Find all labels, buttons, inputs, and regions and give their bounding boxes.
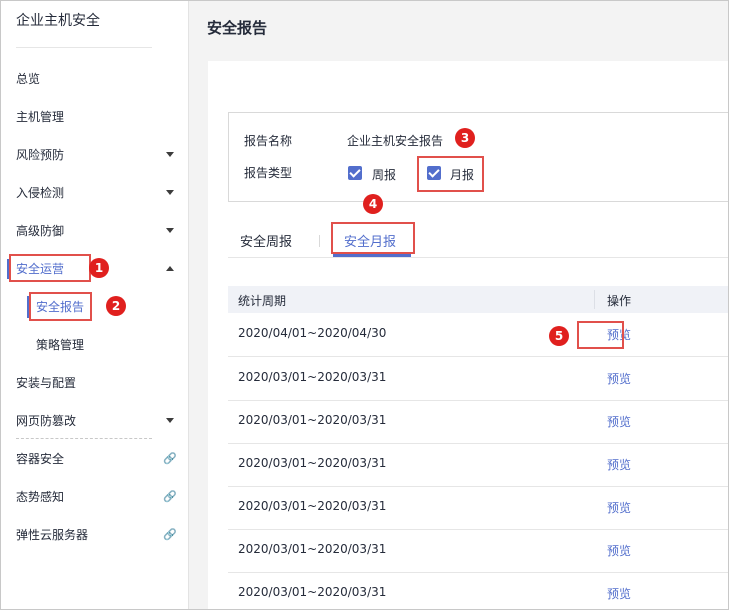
tab-separator [319,235,320,247]
sidebar-item-risk-prevention[interactable]: 风险预防 [1,142,188,168]
preview-link[interactable]: 预览 [607,585,631,602]
sidebar-item-install-config[interactable]: 安装与配置 [1,370,188,396]
chevron-down-icon [166,152,174,157]
report-name-label: 报告名称 [244,134,293,148]
table-row: 2020/03/01~2020/03/31 预览 [228,357,728,401]
callout-badge-3: 3 [455,128,475,148]
sidebar-item-overview[interactable]: 总览 [1,66,188,92]
callout-box-preview-link [577,321,624,349]
sidebar-item-web-tamper-protection[interactable]: 网页防篡改 [1,408,188,434]
table-row: 2020/03/01~2020/03/31 预览 [228,443,728,487]
period-cell: 2020/04/01~2020/04/30 [238,326,387,340]
preview-link[interactable]: 预览 [607,370,631,387]
preview-link[interactable]: 预览 [607,456,631,473]
sidebar-item-label: 弹性云服务器 [16,528,89,542]
main-content: 安全报告 报告名称 企业主机安全报告 报告类型 周报 月报 安全周报 安全月报 … [189,1,728,609]
sidebar-item-host-management[interactable]: 主机管理 [1,104,188,130]
sidebar-item-advanced-defense[interactable]: 高级防御 [1,218,188,244]
callout-badge-1: 1 [89,258,109,278]
callout-badge-2: 2 [106,296,126,316]
sidebar-item-label: 网页防篡改 [16,414,77,428]
tab-active-underline [333,254,411,257]
sidebar-item-container-security[interactable]: 容器安全 🔗 [1,446,188,472]
sidebar-item-label: 风险预防 [16,148,65,162]
preview-link[interactable]: 预览 [607,542,631,559]
sidebar-item-label: 安装与配置 [16,376,77,390]
external-link-icon: 🔗 [163,528,177,541]
column-header-period: 统计周期 [238,294,287,308]
callout-box-monthly-checkbox [417,156,484,192]
preview-link[interactable]: 预览 [607,413,631,430]
report-type-label: 报告类型 [244,166,293,180]
callout-badge-4: 4 [363,194,383,214]
table-row: 2020/03/01~2020/03/31 预览 [228,529,728,573]
callout-badge-5: 5 [549,326,569,346]
app-window: 企业主机安全 总览 主机管理 风险预防 入侵检测 高级防御 安全运营 安全报告 [0,0,729,610]
sidebar-item-label: 容器安全 [16,452,65,466]
chevron-down-icon [166,190,174,195]
weekly-checkbox-label: 周报 [372,168,397,182]
sidebar-subitem-policy-management[interactable]: 策略管理 [1,332,188,358]
callout-box-security-operations [9,254,91,282]
tab-weekly-report[interactable]: 安全周报 [240,231,292,250]
sidebar-item-label: 入侵检测 [16,186,65,200]
sidebar-item-label: 态势感知 [16,490,65,504]
tabs-baseline [228,257,728,258]
column-divider [594,290,595,309]
report-name-value: 企业主机安全报告 [347,134,444,148]
period-cell: 2020/03/01~2020/03/31 [238,585,387,599]
sidebar-subitem-label: 策略管理 [36,338,85,352]
sidebar-item-label: 总览 [16,72,41,86]
sidebar-item-intrusion-detection[interactable]: 入侵检测 [1,180,188,206]
table-header: 统计周期 操作 [228,286,728,313]
chevron-up-icon [166,266,174,271]
table-row: 2020/03/01~2020/03/31 预览 [228,572,728,609]
page-title: 安全报告 [207,19,268,37]
period-cell: 2020/03/01~2020/03/31 [238,542,387,556]
sidebar-item-ecs[interactable]: 弹性云服务器 🔗 [1,522,188,548]
sidebar-brand: 企业主机安全 [16,13,100,29]
sidebar-item-label: 主机管理 [16,110,65,124]
weekly-checkbox[interactable] [348,166,362,180]
chevron-down-icon [166,418,174,423]
period-cell: 2020/03/01~2020/03/31 [238,456,387,470]
period-cell: 2020/03/01~2020/03/31 [238,413,387,427]
external-link-icon: 🔗 [163,452,177,465]
callout-box-monthly-tab [331,222,415,254]
period-cell: 2020/03/01~2020/03/31 [238,499,387,513]
column-header-action: 操作 [607,294,632,308]
sidebar-divider [16,438,152,439]
brand-divider [16,47,152,48]
table-row: 2020/03/01~2020/03/31 预览 [228,486,728,530]
sidebar-item-label: 高级防御 [16,224,65,238]
table-row: 2020/04/01~2020/04/30 预览 [228,313,728,357]
period-cell: 2020/03/01~2020/03/31 [238,370,387,384]
external-link-icon: 🔗 [163,490,177,503]
chevron-down-icon [166,228,174,233]
preview-link[interactable]: 预览 [607,499,631,516]
callout-box-security-report [29,292,92,321]
sidebar-item-situation-awareness[interactable]: 态势感知 🔗 [1,484,188,510]
table-row: 2020/03/01~2020/03/31 预览 [228,400,728,444]
